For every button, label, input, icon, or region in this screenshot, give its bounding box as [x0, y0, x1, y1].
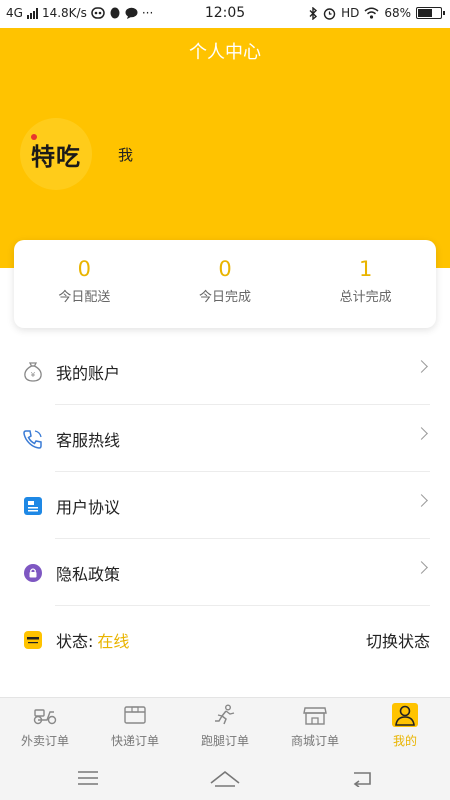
chevron-right-icon — [415, 494, 428, 507]
chevron-right-icon — [415, 561, 428, 574]
stats-card: 0 今日配送 0 今日完成 1 总计完成 — [14, 240, 436, 328]
bluetooth-icon — [309, 6, 318, 20]
menu-item-agreement[interactable]: 用户协议 — [0, 472, 450, 539]
tab-label: 我的 — [392, 734, 417, 748]
stat-label: 今日配送 — [58, 290, 111, 305]
tab-label: 跑腿订单 — [200, 734, 249, 748]
menu-label: 隐私政策 — [56, 564, 121, 584]
bottom-tab-bar: 外卖订单 快递订单 跑腿订单 商城订单 我的 — [0, 697, 450, 755]
tab-errand-orders[interactable]: 跑腿订单 — [180, 698, 270, 755]
menu-item-account[interactable]: ¥ 我的账户 — [0, 338, 450, 405]
menu-item-hotline[interactable]: 客服热线 — [0, 405, 450, 472]
status-value: 在线 — [97, 631, 130, 651]
svg-text:¥: ¥ — [31, 371, 36, 379]
home-icon[interactable] — [205, 763, 245, 793]
tab-label: 快递订单 — [110, 734, 159, 748]
status-bar: 4G 14.8K/s ··· 12:05 HD 68% — [0, 0, 450, 28]
stat-value: 0 — [218, 257, 232, 281]
system-nav-bar — [0, 755, 450, 800]
menu-label: 我的账户 — [56, 363, 121, 383]
battery-percent: 68% — [384, 6, 411, 20]
shop-icon — [302, 703, 328, 727]
stat-today-delivery: 0 今日配送 — [14, 240, 155, 328]
tab-express-orders[interactable]: 快递订单 — [90, 698, 180, 755]
avatar-logo-dot — [31, 134, 37, 140]
menu-item-status: 状态: 在线 切换状态 — [0, 606, 450, 673]
scooter-icon — [32, 703, 58, 727]
profile-header: 个人中心 特吃 我 — [0, 28, 450, 268]
chevron-right-icon — [415, 360, 428, 373]
wifi-icon — [364, 7, 379, 19]
package-icon — [122, 703, 148, 727]
chevron-right-icon — [415, 427, 428, 440]
stat-today-completed: 0 今日完成 — [155, 240, 296, 328]
menu-label: 客服热线 — [56, 430, 121, 450]
page-title: 个人中心 — [189, 42, 261, 63]
back-icon[interactable] — [342, 763, 382, 793]
user-name: 我 — [118, 146, 134, 164]
switch-status-button[interactable]: 切换状态 — [366, 628, 430, 652]
status-label: 状态: — [56, 631, 94, 651]
hd-indicator: HD — [341, 6, 360, 20]
avatar[interactable]: 特吃 — [20, 118, 92, 190]
document-icon — [22, 495, 44, 517]
avatar-logo-text: 特吃 — [31, 142, 81, 171]
menu-label: 用户协议 — [56, 497, 121, 517]
stat-label: 总计完成 — [339, 290, 392, 305]
alarm-icon — [323, 7, 336, 20]
menu-icon[interactable] — [68, 763, 108, 793]
stat-value: 1 — [358, 257, 373, 281]
tab-label: 商城订单 — [290, 734, 339, 748]
user-icon — [392, 703, 418, 727]
privacy-lock-icon — [22, 562, 44, 584]
stat-value: 0 — [77, 257, 92, 281]
phone-icon — [22, 428, 44, 450]
menu-list: ¥ 我的账户 客服热线 用户协议 隐私政策 状态: 在线 切换状态 — [0, 338, 450, 673]
stat-total-completed: 1 总计完成 — [295, 240, 436, 328]
tab-mine[interactable]: 我的 — [360, 698, 450, 755]
tab-label: 外卖订单 — [20, 734, 69, 748]
tab-mall-orders[interactable]: 商城订单 — [270, 698, 360, 755]
app-logo-icon — [22, 629, 44, 651]
stat-label: 今日完成 — [199, 290, 252, 305]
runner-icon — [212, 703, 238, 727]
money-bag-icon: ¥ — [22, 361, 44, 383]
battery-icon — [416, 7, 445, 19]
tab-takeaway-orders[interactable]: 外卖订单 — [0, 698, 90, 755]
menu-item-privacy[interactable]: 隐私政策 — [0, 539, 450, 606]
